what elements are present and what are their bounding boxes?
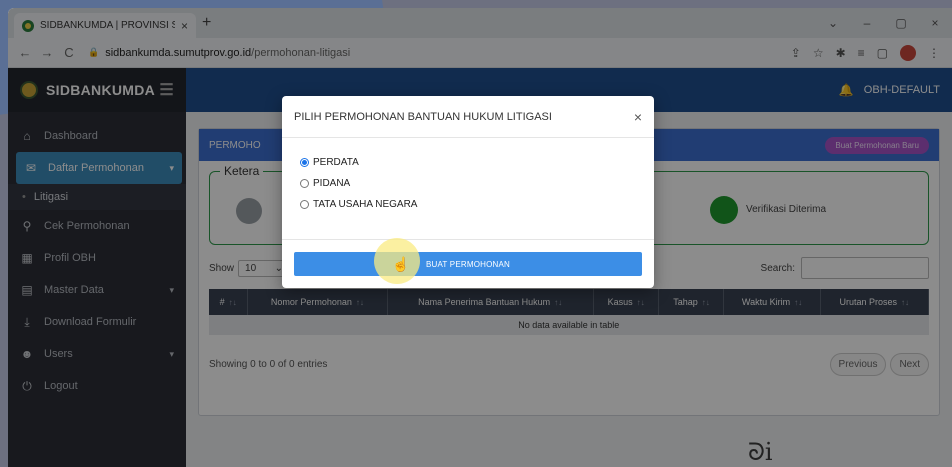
browser-window: SIDBANKUMDA | PROVINSI SUM × + ⌄ – ▢ × ←… xyxy=(8,8,952,467)
option-label: PIDANA xyxy=(313,178,351,189)
option-label: PERDATA xyxy=(313,157,359,168)
modal-body: PERDATA PIDANA TATA USAHA NEGARA xyxy=(282,138,654,240)
annotation-scribble: ᘐi xyxy=(748,438,773,466)
modal-footer: ☝ BUAT PERMOHONAN xyxy=(282,238,654,284)
option-label: TATA USAHA NEGARA xyxy=(313,199,418,210)
litigation-type-modal: PILIH PERMOHONAN BANTUAN HUKUM LITIGASI … xyxy=(282,96,654,288)
radio-pidana[interactable] xyxy=(300,179,309,188)
create-request-label: BUAT PERMOHONAN xyxy=(425,259,511,269)
modal-header: PILIH PERMOHONAN BANTUAN HUKUM LITIGASI … xyxy=(282,96,654,138)
close-icon[interactable]: × xyxy=(634,109,642,125)
create-request-button[interactable]: ☝ BUAT PERMOHONAN xyxy=(294,238,642,284)
radio-perdata[interactable] xyxy=(300,158,309,167)
option-pidana[interactable]: PIDANA xyxy=(300,173,636,194)
option-perdata[interactable]: PERDATA xyxy=(300,152,636,173)
option-tata-usaha-negara[interactable]: TATA USAHA NEGARA xyxy=(300,194,636,215)
modal-title: PILIH PERMOHONAN BANTUAN HUKUM LITIGASI xyxy=(294,110,552,123)
radio-tata-usaha-negara[interactable] xyxy=(300,200,309,209)
hand-cursor-icon: ☝ xyxy=(392,256,410,272)
